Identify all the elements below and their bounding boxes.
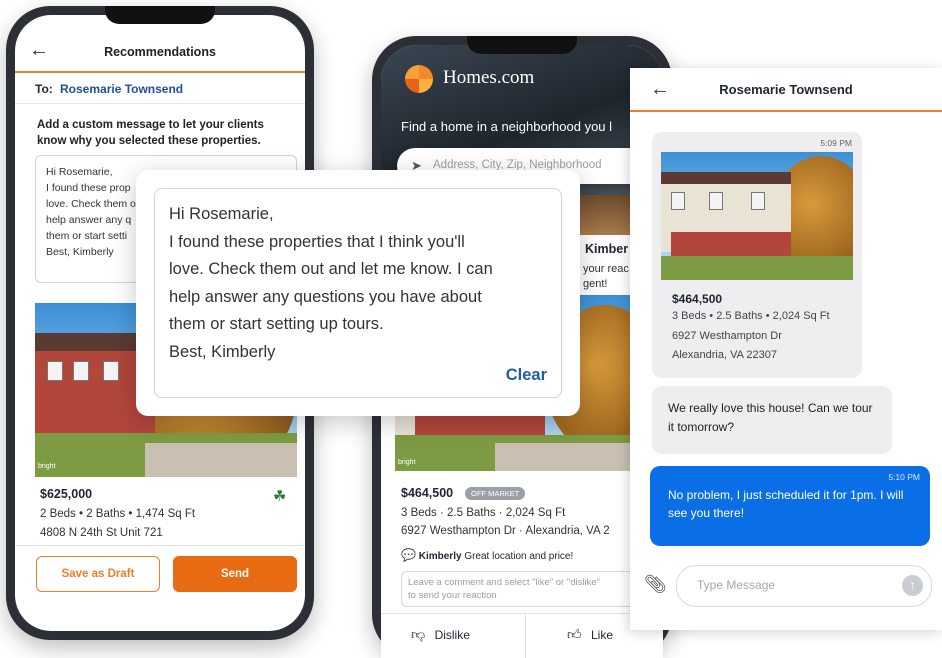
page-title: Recommendations bbox=[104, 45, 216, 59]
paperclip-icon[interactable]: 📎︎ bbox=[644, 574, 667, 595]
peek-text-line-1: your reac bbox=[583, 263, 629, 275]
to-label: To: bbox=[35, 82, 53, 96]
listing-details: 2 Beds • 2 Baths • 1,474 Sq Ft bbox=[40, 508, 196, 520]
homes-logo-icon bbox=[405, 65, 433, 93]
message-input[interactable]: Type Message ↑ bbox=[676, 565, 932, 607]
recipient-row: To: Rosemarie Townsend bbox=[15, 73, 305, 104]
reaction-bar: 👎︎ Dislike 👍︎ Like bbox=[381, 613, 663, 658]
message-popup: Hi Rosemarie, I found these properties t… bbox=[136, 170, 580, 416]
reaction-divider bbox=[525, 614, 526, 658]
hand-heart-icon[interactable]: ☘ bbox=[273, 487, 286, 505]
recipient-name[interactable]: Rosemarie Townsend bbox=[60, 82, 183, 96]
chat-listing-price: $464,500 bbox=[672, 292, 723, 306]
popup-message-text: Hi Rosemarie, I found these properties t… bbox=[169, 205, 493, 361]
comment-placeholder-line-2: to send your reaction bbox=[408, 590, 497, 601]
comment-input[interactable]: Leave a comment and select "like" or "di… bbox=[401, 571, 663, 607]
clear-button[interactable]: Clear bbox=[506, 366, 547, 385]
outgoing-message-bubble[interactable]: 5:10 PM No problem, I just scheduled it … bbox=[650, 466, 930, 546]
send-arrow-icon[interactable]: ↑ bbox=[902, 575, 923, 596]
photo-watermark: bright bbox=[38, 463, 56, 470]
peek-agent-name: Kimber bbox=[585, 242, 629, 256]
send-button[interactable]: Send bbox=[173, 556, 297, 592]
like-button[interactable]: 👍︎ Like bbox=[567, 626, 613, 643]
homes-logo: Homes.com bbox=[443, 67, 535, 88]
dislike-button[interactable]: 👎︎ Dislike bbox=[411, 626, 470, 643]
like-label: Like bbox=[590, 628, 613, 642]
chat-header: ← Rosemarie Townsend bbox=[630, 68, 942, 112]
outgoing-message-text: No problem, I just scheduled it for 1pm.… bbox=[668, 488, 904, 520]
phone-notch bbox=[467, 36, 577, 54]
thumbs-up-icon: 👍︎ bbox=[567, 626, 582, 642]
listing-message-bubble[interactable]: 5:09 PM $464,500 3 Beds • 2.5 Baths • 2,… bbox=[652, 132, 862, 378]
photo-watermark: bright bbox=[398, 459, 416, 466]
footer-divider bbox=[15, 545, 305, 546]
listing-price: $464,500 bbox=[401, 486, 454, 500]
off-market-badge: OFF MARKET bbox=[465, 487, 526, 500]
agent-comment: 💬 Kimberly Great location and price! bbox=[401, 548, 573, 562]
chat-listing-address-line-2: Alexandria, VA 22307 bbox=[672, 349, 777, 361]
chat-contact-name: Rosemarie Townsend bbox=[719, 82, 853, 97]
comment-bubble-icon: 💬 bbox=[401, 548, 416, 562]
comment-author: Kimberly bbox=[418, 551, 462, 562]
incoming-message-bubble[interactable]: We really love this house! Can we tour i… bbox=[652, 386, 892, 454]
peek-text-line-2: gent! bbox=[583, 278, 608, 290]
chat-listing-address-line-1: 6927 Westhampton Dr bbox=[672, 330, 782, 342]
comment-text: Great location and price! bbox=[464, 551, 574, 562]
thumbs-down-icon: 👎︎ bbox=[411, 626, 426, 642]
save-as-draft-button[interactable]: Save as Draft bbox=[36, 556, 160, 592]
listing-price: $625,000 bbox=[40, 487, 93, 501]
instructions-text: Add a custom message to let your clients… bbox=[37, 119, 264, 147]
incoming-message-text: We really love this house! Can we tour i… bbox=[668, 401, 873, 434]
chat-listing-photo[interactable] bbox=[661, 152, 853, 280]
listing-address: 6927 Westhampton Dr · Alexandria, VA 2 bbox=[401, 525, 610, 537]
message-input-placeholder: Type Message bbox=[697, 578, 776, 592]
chat-listing-details: 3 Beds • 2.5 Baths • 2,024 Sq Ft bbox=[672, 310, 830, 322]
phone-notch bbox=[105, 6, 215, 24]
listing-address: 4808 N 24th St Unit 721 bbox=[40, 527, 163, 539]
message-timestamp: 5:09 PM bbox=[820, 138, 852, 148]
listing-details: 3 Beds · 2.5 Baths · 2,024 Sq Ft bbox=[401, 507, 566, 519]
comment-placeholder-line-1: Leave a comment and select "like" or "di… bbox=[408, 577, 600, 588]
message-text-area[interactable]: Hi Rosemarie, I found these properties t… bbox=[154, 188, 562, 398]
chat-panel: ← Rosemarie Townsend 5:09 PM $464,500 3 … bbox=[630, 68, 942, 630]
hero-tagline: Find a home in a neighborhood you l bbox=[401, 119, 613, 134]
dislike-label: Dislike bbox=[434, 628, 470, 642]
message-timestamp: 5:10 PM bbox=[888, 472, 920, 482]
